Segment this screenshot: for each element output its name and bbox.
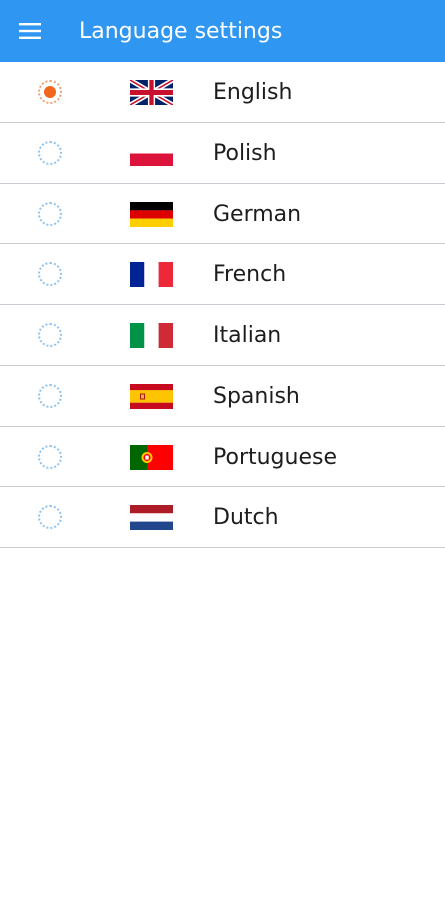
language-row-french[interactable]: French — [0, 244, 445, 305]
language-radio[interactable] — [38, 323, 62, 347]
language-row-english[interactable]: English — [0, 62, 445, 123]
page-title: Language settings — [79, 19, 283, 44]
language-label: Dutch — [213, 505, 279, 531]
app-bar: Language settings — [0, 0, 445, 62]
language-label: Polish — [213, 140, 277, 166]
language-radio[interactable] — [38, 140, 62, 165]
netherlands-flag-icon — [130, 505, 173, 531]
language-row-dutch[interactable]: Dutch — [0, 487, 445, 548]
language-radio[interactable] — [38, 383, 62, 408]
language-radio[interactable] — [38, 262, 62, 287]
language-list: English Polish German French Italian Spa… — [0, 62, 445, 548]
poland-flag-icon — [130, 140, 173, 166]
language-radio[interactable] — [38, 80, 62, 104]
language-label: Portuguese — [213, 444, 337, 470]
language-label: English — [213, 80, 293, 105]
language-row-polish[interactable]: Polish — [0, 123, 445, 184]
language-row-german[interactable]: German — [0, 184, 445, 245]
language-row-spanish[interactable]: Spanish — [0, 366, 445, 427]
portugal-flag-icon — [130, 444, 173, 470]
language-label: French — [213, 262, 287, 288]
language-label: German — [213, 201, 302, 227]
france-flag-icon — [130, 262, 173, 288]
language-radio[interactable] — [38, 201, 62, 226]
spain-flag-icon — [130, 383, 173, 409]
language-radio[interactable] — [38, 505, 62, 530]
germany-flag-icon — [130, 201, 173, 227]
language-label: Spanish — [213, 383, 300, 409]
language-label: Italian — [213, 323, 282, 348]
hamburger-menu-icon[interactable] — [19, 22, 41, 40]
language-row-italian[interactable]: Italian — [0, 305, 445, 366]
italy-flag-icon — [130, 323, 173, 348]
language-row-portuguese[interactable]: Portuguese — [0, 427, 445, 488]
uk-flag-icon — [130, 80, 173, 105]
language-radio[interactable] — [38, 444, 62, 469]
